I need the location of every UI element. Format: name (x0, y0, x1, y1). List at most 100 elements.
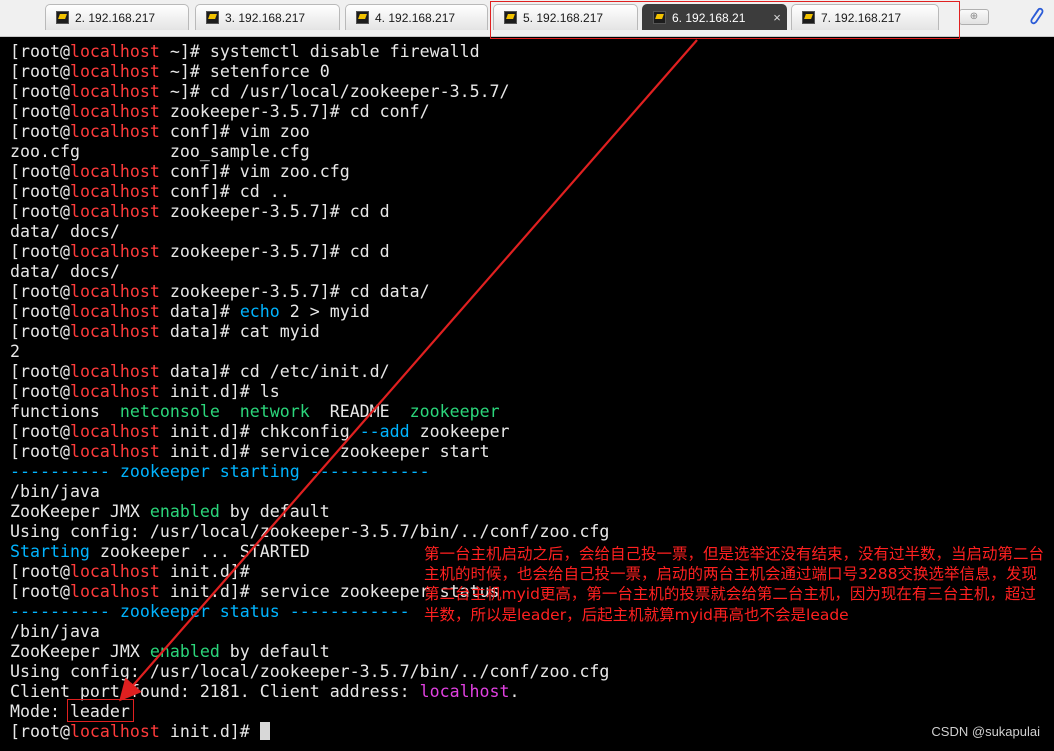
terminal-line: zoo.cfg zoo_sample.cfg (10, 142, 609, 162)
terminal-line: [root@localhost init.d]# (10, 722, 609, 742)
terminal-text: ~]# cd /usr/local/zookeeper-3.5.7/ (159, 82, 510, 101)
terminal-line: ZooKeeper JMX enabled by default (10, 502, 609, 522)
terminal-text: data]# cat myid (159, 322, 320, 341)
terminal-line: Client port found: 2181. Client address:… (10, 682, 609, 702)
tab-7[interactable]: 7. 192.168.217 (791, 4, 939, 30)
terminal-line: /bin/java (10, 622, 609, 642)
terminal-text: enabled (149, 642, 220, 661)
terminal-line: [root@localhost data]# cd /etc/init.d/ (10, 362, 609, 382)
terminal-text: echo (239, 302, 280, 321)
terminal-cursor (259, 722, 270, 740)
terminal-line: [root@localhost ~]# cd /usr/local/zookee… (10, 82, 609, 102)
terminal-text: 2 > myid (279, 302, 370, 321)
terminal-text: data]# (159, 302, 240, 321)
terminal-text: localhost (69, 82, 160, 101)
paperclip-icon[interactable] (1024, 4, 1048, 30)
terminal-line: [root@localhost init.d]# chkconfig --add… (10, 422, 609, 442)
putty-terminal-icon (802, 11, 815, 24)
tab-label: 3. 192.168.217 (225, 10, 306, 25)
terminal-text: /bin/java (10, 622, 100, 641)
terminal-text: ZooKeeper JMX (10, 502, 150, 521)
terminal-text: localhost (69, 442, 160, 461)
terminal-text: [root@ (10, 582, 70, 601)
terminal-text: localhost (69, 422, 160, 441)
terminal-line: [root@localhost zookeeper-3.5.7]# cd d (10, 202, 609, 222)
terminal-line: functions netconsole network README zook… (10, 402, 609, 422)
terminal-text: by default (219, 642, 330, 661)
terminal-line: [root@localhost ~]# systemctl disable fi… (10, 42, 609, 62)
terminal-line: [root@localhost zookeeper-3.5.7]# cd d (10, 242, 609, 262)
tab-5[interactable]: 5. 192.168.217 (493, 4, 638, 30)
terminal-text: zookeeper-3.5.7]# cd d (159, 242, 390, 261)
terminal-text: [root@ (10, 302, 70, 321)
terminal-text: [root@ (10, 422, 70, 441)
terminal-text: zookeeper ... STARTED (89, 542, 310, 561)
terminal-text: localhost (69, 182, 160, 201)
terminal-text: by default (219, 502, 330, 521)
terminal-text: zookeeper-3.5.7]# cd d (159, 202, 390, 221)
tab-3[interactable]: 3. 192.168.217 (195, 4, 340, 30)
terminal-window[interactable]: [root@localhost ~]# systemctl disable fi… (0, 40, 1054, 751)
terminal-line: Using config: /usr/local/zookeeper-3.5.7… (10, 662, 609, 682)
terminal-text: localhost (69, 722, 160, 741)
terminal-text: ---------- zookeeper status ------------ (10, 602, 410, 621)
terminal-output: [root@localhost ~]# systemctl disable fi… (10, 42, 609, 742)
terminal-text: [root@ (10, 242, 70, 261)
terminal-text: zookeeper-3.5.7]# cd data/ (159, 282, 430, 301)
new-tab-button[interactable]: ⊕ (959, 9, 989, 25)
terminal-text: init.d]# (159, 722, 260, 741)
terminal-text: ---------- zookeeper (10, 462, 220, 481)
tab-label: 7. 192.168.217 (821, 10, 902, 25)
tab-4[interactable]: 4. 192.168.217 (345, 4, 488, 30)
terminal-line: 2 (10, 342, 609, 362)
tab-label: 2. 192.168.217 (75, 10, 156, 25)
terminal-text: [root@ (10, 62, 70, 81)
terminal-text: [root@ (10, 82, 70, 101)
terminal-text: /bin/java (10, 482, 100, 501)
tab-label: 5. 192.168.217 (523, 10, 604, 25)
terminal-text: localhost (69, 62, 160, 81)
terminal-text: README (309, 402, 410, 421)
terminal-text: localhost (69, 102, 160, 121)
terminal-text: . (509, 682, 520, 701)
terminal-text: localhost (69, 162, 160, 181)
tab-2[interactable]: 2. 192.168.217 (45, 4, 189, 30)
terminal-text: data]# cd /etc/init.d/ (159, 362, 390, 381)
terminal-text: localhost (69, 582, 160, 601)
putty-terminal-icon (206, 11, 219, 24)
terminal-text: Using config: /usr/local/zookeeper-3.5.7… (10, 662, 610, 681)
terminal-line: [root@localhost ~]# setenforce 0 (10, 62, 609, 82)
watermark: CSDN @sukapulai (931, 724, 1040, 739)
terminal-text: Mode: leader (10, 702, 130, 721)
tab-6[interactable]: 6. 192.168.21 × (642, 4, 787, 30)
terminal-line: Mode: leader (10, 702, 609, 722)
terminal-text: localhost (69, 322, 160, 341)
terminal-text: zookeeper (409, 402, 500, 421)
terminal-text: localhost (69, 202, 160, 221)
terminal-text: zookeeper-3.5.7]# cd conf/ (159, 102, 430, 121)
terminal-text: localhost (419, 682, 510, 701)
terminal-text: [root@ (10, 562, 70, 581)
terminal-text: starting (219, 462, 300, 481)
terminal-text: localhost (69, 382, 160, 401)
terminal-line: data/ docs/ (10, 262, 609, 282)
terminal-text: init.d]# service zookeeper start (159, 442, 490, 461)
terminal-line: [root@localhost init.d]# service zookeep… (10, 442, 609, 462)
terminal-text: ~]# systemctl disable firewalld (159, 42, 480, 61)
terminal-text: --add (359, 422, 410, 441)
close-tab-icon[interactable]: × (768, 10, 786, 25)
terminal-line: /bin/java (10, 482, 609, 502)
terminal-text: [root@ (10, 382, 70, 401)
terminal-text: zoo.cfg zoo_sample.cfg (10, 142, 310, 161)
terminal-text: [root@ (10, 322, 70, 341)
terminal-text: ZooKeeper JMX (10, 642, 150, 661)
terminal-line: [root@localhost data]# cat myid (10, 322, 609, 342)
terminal-line: [root@localhost data]# echo 2 > myid (10, 302, 609, 322)
terminal-text: [root@ (10, 42, 70, 61)
terminal-text: localhost (69, 282, 160, 301)
terminal-text: [root@ (10, 162, 70, 181)
terminal-line: [root@localhost conf]# cd .. (10, 182, 609, 202)
terminal-text: conf]# vim zoo (159, 122, 310, 141)
tab-bar: 2. 192.168.217 3. 192.168.217 4. 192.168.2… (0, 0, 1054, 39)
